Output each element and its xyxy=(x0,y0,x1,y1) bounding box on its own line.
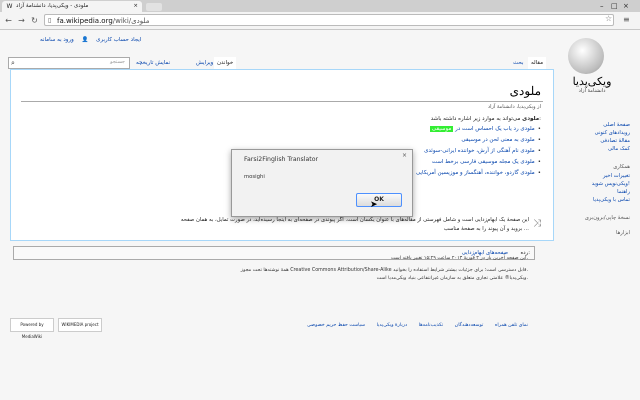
footer-link[interactable]: توسعه‌دهندگان xyxy=(455,323,484,328)
list-item[interactable]: ملودی رد یاب یک احساس است در موسیقی xyxy=(429,126,541,132)
footer-link[interactable]: سیاست حفظ حریم خصوصی xyxy=(307,323,365,328)
logo-tagline: دانشنامهٔ آزاد xyxy=(578,88,606,94)
footer-link[interactable]: تکذیب‌نامه‌ها xyxy=(419,323,443,328)
search-placeholder: جستجو xyxy=(110,59,125,65)
new-tab-button[interactable] xyxy=(146,3,162,11)
page-title: ملودی xyxy=(509,84,541,98)
tab-edit[interactable]: ویرایش xyxy=(196,57,213,69)
list-item[interactable]: ملودی نام آهنگی از آرش، خواننده ایرانی-س… xyxy=(424,148,541,154)
create-account-link[interactable]: ایجاد حساب کاربری xyxy=(96,37,141,43)
personal-tools: ایجاد حساب کاربری 👤 ورود به سامانه xyxy=(40,37,147,43)
search-input[interactable]: ⌕ جستجو xyxy=(8,57,130,69)
sidebar-section-tools[interactable]: ابزارها xyxy=(616,230,630,236)
page-subtitle: از ویکی‌پدیا، دانشنامهٔ آزاد xyxy=(487,104,541,110)
search-icon[interactable]: ⌕ xyxy=(11,58,15,68)
list-item[interactable]: ملودی یک مجله موسیقی فارسی برخط است xyxy=(432,159,541,165)
list-item-text: ملودی به معنی لحن در موسیقی xyxy=(461,137,535,143)
window-close-icon[interactable]: × xyxy=(623,1,629,11)
footer-license: همهٔ نوشته‌ها تحت مجوز Creative Commons … xyxy=(240,268,528,273)
login-link[interactable]: ورود به سامانه xyxy=(40,37,74,43)
mouse-cursor-icon: ➤ xyxy=(370,200,378,210)
list-item-text: ملودی نام آهنگی از آرش، خواننده ایرانی-س… xyxy=(424,148,535,154)
intro-text: ملودی می‌تواند به موارد زیر اشاره داشته … xyxy=(431,116,541,122)
disambiguation-icon: ⤨ xyxy=(533,218,541,229)
list-item[interactable]: ملودی به معنی لحن در موسیقی xyxy=(461,137,541,143)
tab-title: ملودی - ویکی‌پدیا، دانشنامهٔ آزاد xyxy=(16,3,89,9)
minimize-icon[interactable]: – xyxy=(600,1,604,11)
footer-last-edit: این صفحه آخرین بار در ۳ فوریهٔ ۲۰۱۳ ساعت… xyxy=(390,256,528,261)
dialog-title: Farsi2Finglish Translator xyxy=(244,156,319,163)
wikipedia-favicon-icon: W xyxy=(6,3,13,10)
intro-bold: ملودی xyxy=(522,116,540,122)
reload-icon[interactable]: ↻ xyxy=(30,16,39,25)
tab-article[interactable]: مقاله xyxy=(528,57,547,69)
forward-icon[interactable]: → xyxy=(17,16,26,25)
browser-toolbar: ← → ↻ ▯ fa.wikipedia.org/wiki/ملودی ☆ ≡ xyxy=(0,12,640,30)
sidebar-section-print[interactable]: نسخهٔ چاپی/برون‌بری xyxy=(585,215,630,221)
mediawiki-badge[interactable]: Powered by MediaWiki xyxy=(10,318,54,339)
wikimedia-badge[interactable]: WIKIMEDIA project xyxy=(58,318,102,332)
browser-tab[interactable]: W ملودی - ویکی‌پدیا، دانشنامهٔ آزاد × xyxy=(2,1,142,12)
logo-wordmark[interactable]: ویکی‌پدیا xyxy=(562,75,622,88)
sidebar-item-contact[interactable]: تماس با ویکی‌پدیا xyxy=(593,197,630,203)
footer-link[interactable]: نمای تلفن همراه xyxy=(495,323,528,328)
tab-read[interactable]: خواندن xyxy=(214,57,237,69)
tab-talk[interactable]: بحث xyxy=(513,57,523,69)
address-host: fa.wikipedia.org xyxy=(57,17,113,25)
bookmark-star-icon[interactable]: ☆ xyxy=(605,14,612,23)
address-bar[interactable]: ▯ fa.wikipedia.org/wiki/ملودی xyxy=(44,14,614,26)
translator-dialog: Farsi2Finglish Translator × mosighi OK xyxy=(231,149,413,217)
sidebar-item-donate[interactable]: کمک مالی xyxy=(608,146,630,152)
tab-close-icon[interactable]: × xyxy=(133,1,138,12)
sidebar-item-random[interactable]: مقالهٔ تصادفی xyxy=(600,138,630,144)
tab-history[interactable]: نمایش تاریخچه xyxy=(136,57,170,69)
sidebar-item-current-events[interactable]: رویدادهای کنونی xyxy=(595,130,630,136)
browser-tabstrip: W ملودی - ویکی‌پدیا، دانشنامهٔ آزاد × – … xyxy=(0,0,640,12)
sidebar-section-interaction[interactable]: همکاری xyxy=(613,164,630,170)
address-path: /wiki/ملودی xyxy=(112,17,150,25)
back-icon[interactable]: ← xyxy=(4,16,13,25)
user-icon: 👤 xyxy=(81,37,89,43)
list-item-text: ملودی یک مجله موسیقی فارسی برخط است xyxy=(431,159,535,165)
wikipedia-logo[interactable] xyxy=(568,38,604,74)
maximize-icon[interactable]: □ xyxy=(611,1,618,11)
list-item-text: ملودی رد یاب یک احساس است در xyxy=(453,126,535,132)
list-item[interactable]: ملودی گاردو، خواننده، آهنگساز و موزیسین … xyxy=(416,170,541,176)
page-icon: ▯ xyxy=(48,17,52,24)
menu-icon[interactable]: ≡ xyxy=(623,16,630,24)
sidebar-item-community[interactable]: ویکی‌نویس شوید! xyxy=(592,181,630,187)
dialog-message: mosighi xyxy=(244,174,265,180)
sidebar-item-help[interactable]: راهنما xyxy=(617,189,630,195)
list-item-text: ملودی گاردو، خواننده، آهنگساز و موزیسین … xyxy=(415,170,535,176)
disambig-line2: بروید و آن پیوند را به صفحهٔ مناسب ... xyxy=(443,226,529,232)
disambiguation-notice: ⤨ این صفحهٔ یک ابهام‌زدایی است و شامل فه… xyxy=(21,216,541,234)
footer-links: نمای تلفن همراه توسعه‌دهندگان تکذیب‌نامه… xyxy=(297,323,528,328)
disambig-line1: این صفحهٔ یک ابهام‌زدایی است و شامل فهرس… xyxy=(180,217,529,223)
highlighted-word[interactable]: موسیقی xyxy=(429,126,454,132)
sidebar-item-main-page[interactable]: صفحهٔ اصلی xyxy=(603,122,630,128)
footer-trademark: ویکی‌پدیا® علامتی تجاری متعلق به سازمان … xyxy=(376,276,528,281)
dialog-close-icon[interactable]: × xyxy=(402,152,407,159)
footer-link[interactable]: دربارهٔ ویکی‌پدیا xyxy=(377,323,408,328)
sidebar-item-recent-changes[interactable]: تغییرات اخیر xyxy=(603,173,630,179)
title-divider xyxy=(21,101,543,102)
ok-button[interactable]: OK xyxy=(356,193,402,207)
